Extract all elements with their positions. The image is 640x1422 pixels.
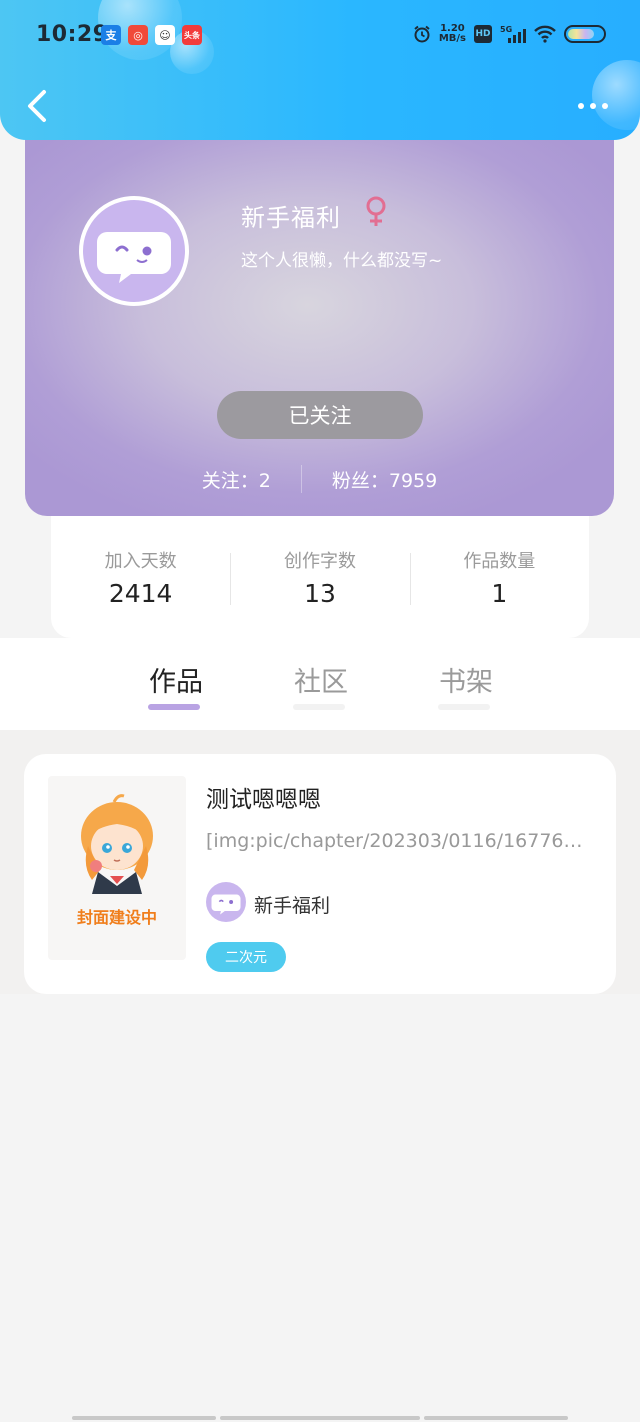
tab-community[interactable]: 社区	[281, 660, 361, 710]
status-bar: 10:29 支 ◎ ☺ 头条 1.20 MB/s HD 5G	[0, 0, 640, 70]
tab-label: 社区	[294, 667, 348, 698]
work-card[interactable]: 封面建设中 测试嗯嗯嗯 [img:pic/chapter/202303/0116…	[24, 754, 616, 994]
stat-join-days: 加入天数 2414	[51, 547, 230, 608]
stat-value: 2414	[108, 578, 173, 608]
stat-label: 加入天数	[104, 550, 177, 572]
camera-app-icon: ◎	[128, 25, 148, 45]
status-time: 10:29	[36, 22, 109, 47]
fans-count[interactable]: 粉丝：7959	[332, 466, 437, 493]
stat-label: 创作字数	[283, 550, 356, 572]
user-signature: 这个人很懒，什么都没写~	[241, 251, 443, 271]
net-speed: 1.20 MB/s	[438, 23, 466, 44]
chat-bubble-face-icon	[211, 894, 241, 915]
avatar-app-icon: ☺	[155, 25, 175, 45]
alipay-icon: 支	[101, 25, 121, 45]
follow-counts: 关注：2 粉丝：7959	[25, 462, 614, 496]
author-avatar	[206, 882, 246, 922]
genre-tag[interactable]: 二次元	[206, 942, 286, 972]
tab-works[interactable]: 作品	[136, 660, 216, 710]
tab-underline	[438, 704, 490, 710]
following-count[interactable]: 关注：2	[202, 466, 271, 493]
stat-value: 1	[491, 578, 508, 608]
stats-panel: 加入天数 2414 创作字数 13 作品数量 1	[51, 516, 589, 638]
battery-icon	[564, 25, 606, 43]
tab-label: 作品	[149, 667, 203, 698]
toutiao-icon: 头条	[182, 25, 202, 45]
chat-bubble-face-icon	[97, 232, 171, 283]
alarm-icon	[414, 25, 430, 43]
work-description: [img:pic/chapter/202303/0116/16776…	[206, 830, 583, 852]
user-nickname: 新手福利	[241, 204, 341, 232]
header-bar: 10:29 支 ◎ ☺ 头条 1.20 MB/s HD 5G	[0, 0, 640, 140]
svg-text:5G: 5G	[500, 25, 512, 34]
tab-bar: 作品 社区 书架	[0, 638, 640, 730]
anime-girl-placeholder-icon	[81, 794, 153, 894]
gesture-bar	[0, 1414, 640, 1422]
more-dots-icon[interactable]	[578, 96, 610, 116]
tab-underline	[293, 704, 345, 710]
work-title: 测试嗯嗯嗯	[206, 787, 321, 813]
tab-label: 书架	[439, 667, 493, 698]
stat-label: 作品数量	[463, 550, 536, 572]
tab-underline	[148, 704, 200, 710]
followed-button[interactable]: 已关注	[217, 391, 423, 439]
author-name: 新手福利	[254, 895, 331, 917]
stat-works-count: 作品数量 1	[409, 547, 589, 608]
wifi-icon	[534, 25, 556, 43]
tab-bookshelf[interactable]: 书架	[426, 660, 506, 710]
hd-icon: HD	[474, 25, 492, 43]
signal-5g-icon: 5G	[500, 25, 526, 43]
work-cover[interactable]: 封面建设中	[48, 776, 186, 960]
stat-word-count: 创作字数 13	[230, 547, 409, 608]
chevron-left-icon[interactable]	[24, 88, 52, 124]
user-profile-page: 10:29 支 ◎ ☺ 头条 1.20 MB/s HD 5G 新手福利 这个人很…	[0, 0, 640, 1422]
cover-caption: 封面建设中	[76, 908, 157, 927]
profile-card: 新手福利 这个人很懒，什么都没写~ 已关注 关注：2 粉丝：7959	[25, 110, 614, 516]
female-icon	[366, 196, 386, 226]
avatar[interactable]	[79, 196, 189, 306]
divider	[300, 465, 302, 493]
stat-value: 13	[304, 578, 336, 608]
